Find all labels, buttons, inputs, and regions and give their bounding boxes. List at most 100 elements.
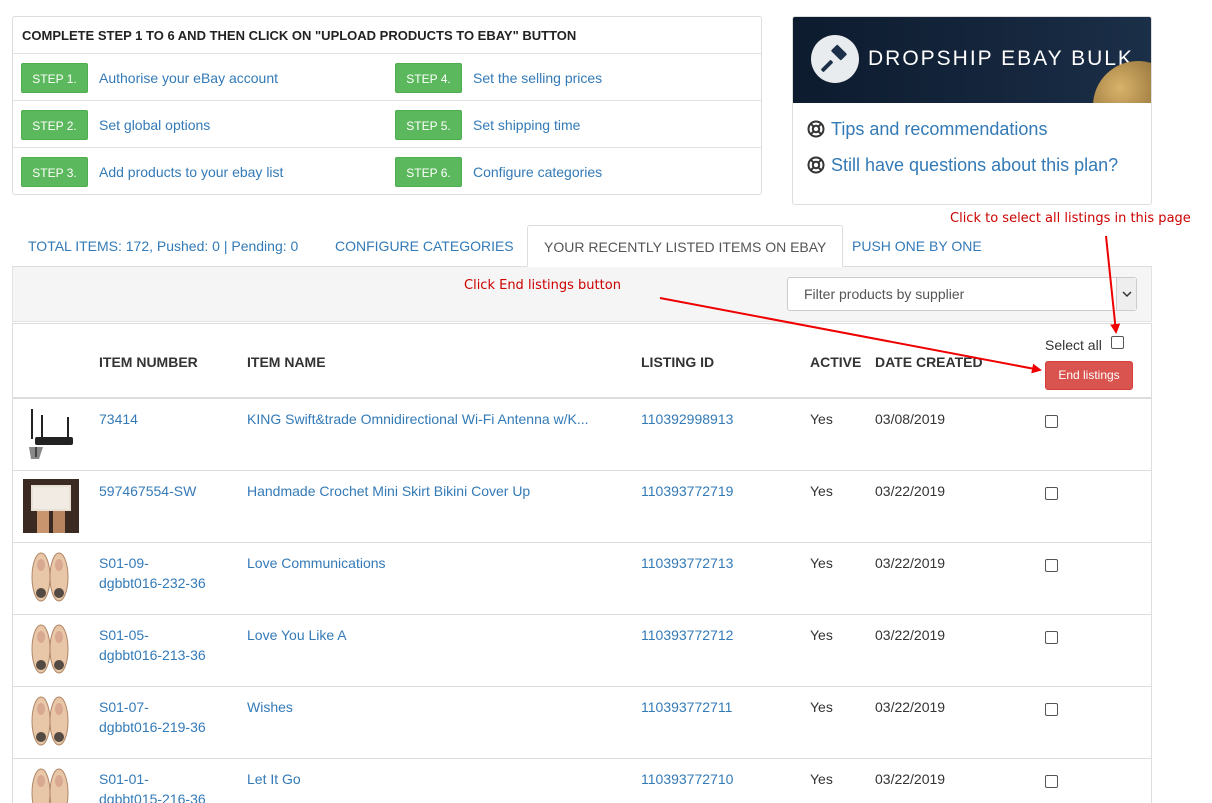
active-status: Yes <box>810 627 833 643</box>
tips-link-row[interactable]: Tips and recommendations <box>793 111 1151 147</box>
item-number-link[interactable]: 597467554-SW <box>99 481 229 501</box>
end-listings-button[interactable]: End listings <box>1045 361 1133 390</box>
row-select-checkbox-cell <box>1045 629 1058 649</box>
row-select-checkbox[interactable] <box>1045 631 1058 644</box>
row-select-checkbox[interactable] <box>1045 487 1058 500</box>
step-link-configure-categories[interactable]: Configure categories <box>473 164 602 180</box>
product-thumbnail <box>23 407 79 461</box>
active-status: Yes <box>810 771 833 787</box>
step-2[interactable]: STEP 2. Set global options <box>21 109 210 140</box>
chevron-down-icon[interactable] <box>1116 278 1136 310</box>
promo-banner: DROPSHIP EBAY BULK <box>793 17 1151 103</box>
step-row: STEP 2. Set global options STEP 5. Set s… <box>13 101 761 148</box>
tab-configure-categories[interactable]: CONFIGURE CATEGORIES <box>319 225 530 267</box>
row-select-checkbox-cell <box>1045 413 1058 433</box>
item-number-link[interactable]: S01-05- dgbbt016-213-36 <box>99 625 229 665</box>
step-link-global-options[interactable]: Set global options <box>99 117 210 133</box>
supplier-filter-select[interactable]: Filter products by supplier <box>787 277 1137 311</box>
item-name-link[interactable]: Handmade Crochet Mini Skirt Bikini Cover… <box>247 481 617 501</box>
select-all-checkbox[interactable] <box>1111 336 1124 349</box>
listing-id-link[interactable]: 110393772710 <box>641 769 733 789</box>
table-row: 73414 KING Swift&trade Omnidirectional Wi… <box>13 399 1151 471</box>
date-created: 03/22/2019 <box>875 483 946 499</box>
select-all-label: Select all <box>1045 337 1102 353</box>
product-thumbnail <box>23 695 79 749</box>
row-select-checkbox-cell <box>1045 485 1058 505</box>
table-row: S01-05- dgbbt016-213-36 Love You Like A 11… <box>13 615 1151 687</box>
date-created: 03/08/2019 <box>875 411 946 427</box>
tab-push-one-by-one[interactable]: PUSH ONE BY ONE <box>836 225 998 267</box>
listing-id-link[interactable]: 110393772712 <box>641 625 733 645</box>
step-4[interactable]: STEP 4. Set the selling prices <box>395 62 602 93</box>
annotation-end-listings: Click End listings button <box>464 278 621 293</box>
steps-panel: COMPLETE STEP 1 TO 6 AND THEN CLICK ON "… <box>12 16 762 195</box>
header-item-name: ITEM NAME <box>247 354 326 370</box>
active-status: Yes <box>810 699 833 715</box>
item-number-link[interactable]: S01-07- dgbbt016-219-36 <box>99 697 229 737</box>
questions-link-row[interactable]: Still have questions about this plan? <box>793 147 1151 183</box>
step-row: STEP 1. Authorise your eBay account STEP… <box>13 54 761 101</box>
row-select-checkbox[interactable] <box>1045 559 1058 572</box>
row-select-checkbox[interactable] <box>1045 775 1058 788</box>
table-row: S01-07- dgbbt016-219-36 Wishes 11039377271… <box>13 687 1151 759</box>
item-name-link[interactable]: KING Swift&trade Omnidirectional Wi-Fi A… <box>247 409 617 429</box>
listing-id-link[interactable]: 110393772713 <box>641 553 733 573</box>
step-badge[interactable]: STEP 1. <box>21 62 88 93</box>
step-badge[interactable]: STEP 5. <box>395 109 462 140</box>
table-row: S01-09- dgbbt016-232-36 Love Communicatio… <box>13 543 1151 615</box>
item-name-link[interactable]: Love Communications <box>247 553 617 573</box>
step-badge[interactable]: STEP 6. <box>395 156 462 187</box>
row-select-checkbox-cell <box>1045 557 1058 577</box>
listing-id-link[interactable]: 110392998913 <box>641 409 733 429</box>
step-6[interactable]: STEP 6. Configure categories <box>395 156 602 187</box>
listing-id-link[interactable]: 110393772711 <box>641 697 732 717</box>
date-created: 03/22/2019 <box>875 699 946 715</box>
gavel-icon <box>811 35 859 83</box>
lifebuoy-icon <box>807 156 825 174</box>
product-thumbnail <box>23 623 79 677</box>
step-badge[interactable]: STEP 4. <box>395 62 462 93</box>
date-created: 03/22/2019 <box>875 555 946 571</box>
row-select-checkbox-cell <box>1045 773 1058 793</box>
row-select-checkbox[interactable] <box>1045 415 1058 428</box>
step-3[interactable]: STEP 3. Add products to your ebay list <box>21 156 283 187</box>
table-row: 597467554-SW Handmade Crochet Mini Skirt … <box>13 471 1151 543</box>
row-select-checkbox[interactable] <box>1045 703 1058 716</box>
step-badge[interactable]: STEP 2. <box>21 109 88 140</box>
promo-title: DROPSHIP EBAY BULK <box>868 47 1134 70</box>
item-name-link[interactable]: Wishes <box>247 697 617 717</box>
active-status: Yes <box>810 555 833 571</box>
date-created: 03/22/2019 <box>875 771 946 787</box>
product-thumbnail <box>23 479 79 533</box>
header-listing-id: LISTING ID <box>641 354 715 370</box>
steps-title: COMPLETE STEP 1 TO 6 AND THEN CLICK ON "… <box>13 17 761 54</box>
step-row: STEP 3. Add products to your ebay list S… <box>13 148 761 195</box>
lifebuoy-icon <box>807 120 825 138</box>
tab-total-items[interactable]: TOTAL ITEMS: 172, Pushed: 0 | Pending: 0 <box>12 225 314 267</box>
product-thumbnail <box>23 551 79 605</box>
filter-bar: Filter products by supplier <box>12 267 1152 322</box>
step-1[interactable]: STEP 1. Authorise your eBay account <box>21 62 278 93</box>
questions-link[interactable]: Still have questions about this plan? <box>831 155 1118 176</box>
tips-link[interactable]: Tips and recommendations <box>831 119 1047 140</box>
annotation-select-all: Click to select all listings in this pag… <box>950 211 1191 226</box>
step-5[interactable]: STEP 5. Set shipping time <box>395 109 580 140</box>
tab-recently-listed[interactable]: YOUR RECENTLY LISTED ITEMS ON EBAY <box>527 225 844 267</box>
item-number-link[interactable]: S01-09- dgbbt016-232-36 <box>99 553 229 593</box>
supplier-filter-value: Filter products by supplier <box>804 286 965 302</box>
promo-box: DROPSHIP EBAY BULK Tips and recommendati… <box>792 16 1152 205</box>
step-link-shipping-time[interactable]: Set shipping time <box>473 117 580 133</box>
active-status: Yes <box>810 411 833 427</box>
item-name-link[interactable]: Love You Like A <box>247 625 617 645</box>
row-select-checkbox-cell <box>1045 701 1058 721</box>
step-badge[interactable]: STEP 3. <box>21 156 88 187</box>
listings-table: ITEM NUMBER ITEM NAME LISTING ID ACTIVE … <box>12 323 1152 803</box>
step-link-authorise[interactable]: Authorise your eBay account <box>99 70 278 86</box>
active-status: Yes <box>810 483 833 499</box>
tab-bar: TOTAL ITEMS: 172, Pushed: 0 | Pending: 0… <box>12 225 1152 267</box>
item-number-link[interactable]: 73414 <box>99 409 229 429</box>
listing-id-link[interactable]: 110393772719 <box>641 481 733 501</box>
step-link-add-products[interactable]: Add products to your ebay list <box>99 164 283 180</box>
item-name-link[interactable]: Let It Go <box>247 769 617 789</box>
step-link-selling-prices[interactable]: Set the selling prices <box>473 70 602 86</box>
